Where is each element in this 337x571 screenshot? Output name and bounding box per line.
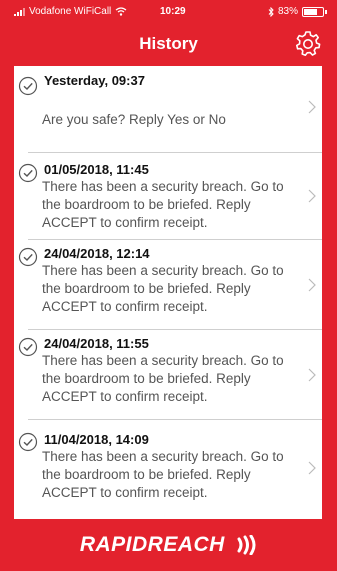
- gear-icon[interactable]: [295, 30, 321, 56]
- message-item[interactable]: Yesterday, 09:37 Are you safe? Reply Yes…: [18, 66, 322, 153]
- message-body: There has been a security breach. Go to …: [42, 263, 284, 314]
- message-datetime: 01/05/2018, 11:45: [44, 162, 149, 177]
- logo-text: RapidReach: [79, 533, 225, 556]
- chevron-right-icon: [308, 189, 316, 203]
- history-list[interactable]: Yesterday, 09:37 Are you safe? Reply Yes…: [14, 66, 322, 519]
- message-item[interactable]: 24/04/2018, 12:14 There has been a secur…: [18, 240, 322, 330]
- chevron-right-icon: [308, 461, 316, 475]
- signal-waves-icon: [237, 535, 256, 556]
- message-body: There has been a security breach. Go to …: [42, 449, 284, 500]
- status-time: 10:29: [160, 6, 186, 17]
- chevron-right-icon: [308, 100, 316, 114]
- battery-info: 83%: [268, 6, 327, 17]
- message-body: There has been a security breach. Go to …: [42, 353, 284, 404]
- message-datetime: 24/04/2018, 12:14: [44, 246, 150, 261]
- nav-bar: History: [0, 22, 337, 66]
- message-body: Are you safe? Reply Yes or No: [42, 112, 226, 127]
- bluetooth-icon: [268, 6, 274, 17]
- status-bar: Vodafone WiFiCall 10:29 83%: [0, 0, 337, 22]
- footer: RapidReach: [0, 519, 337, 571]
- signal-icon: [14, 7, 25, 16]
- chevron-right-icon: [308, 368, 316, 381]
- chevron-right-icon: [308, 278, 316, 291]
- wifi-icon: [115, 7, 127, 16]
- message-datetime: 11/04/2018, 14:09: [44, 432, 149, 447]
- message-item[interactable]: 11/04/2018, 14:09 There has been a secur…: [18, 420, 322, 518]
- message-body: There has been a security breach. Go to …: [42, 179, 284, 230]
- battery-percent: 83%: [277, 6, 298, 17]
- carrier-name: Vodafone WiFiCall: [29, 6, 112, 17]
- battery-icon: [302, 6, 324, 17]
- message-item[interactable]: 01/05/2018, 11:45 There has been a secur…: [18, 153, 322, 240]
- page-title: History: [139, 34, 198, 53]
- message-datetime: Yesterday, 09:37: [44, 73, 145, 88]
- message-item[interactable]: 24/04/2018, 11:55 There has been a secur…: [18, 330, 322, 420]
- rapidreach-logo: RapidReach: [0, 533, 337, 557]
- message-datetime: 24/04/2018, 11:55: [44, 336, 149, 351]
- carrier-info: Vodafone WiFiCall: [14, 6, 127, 17]
